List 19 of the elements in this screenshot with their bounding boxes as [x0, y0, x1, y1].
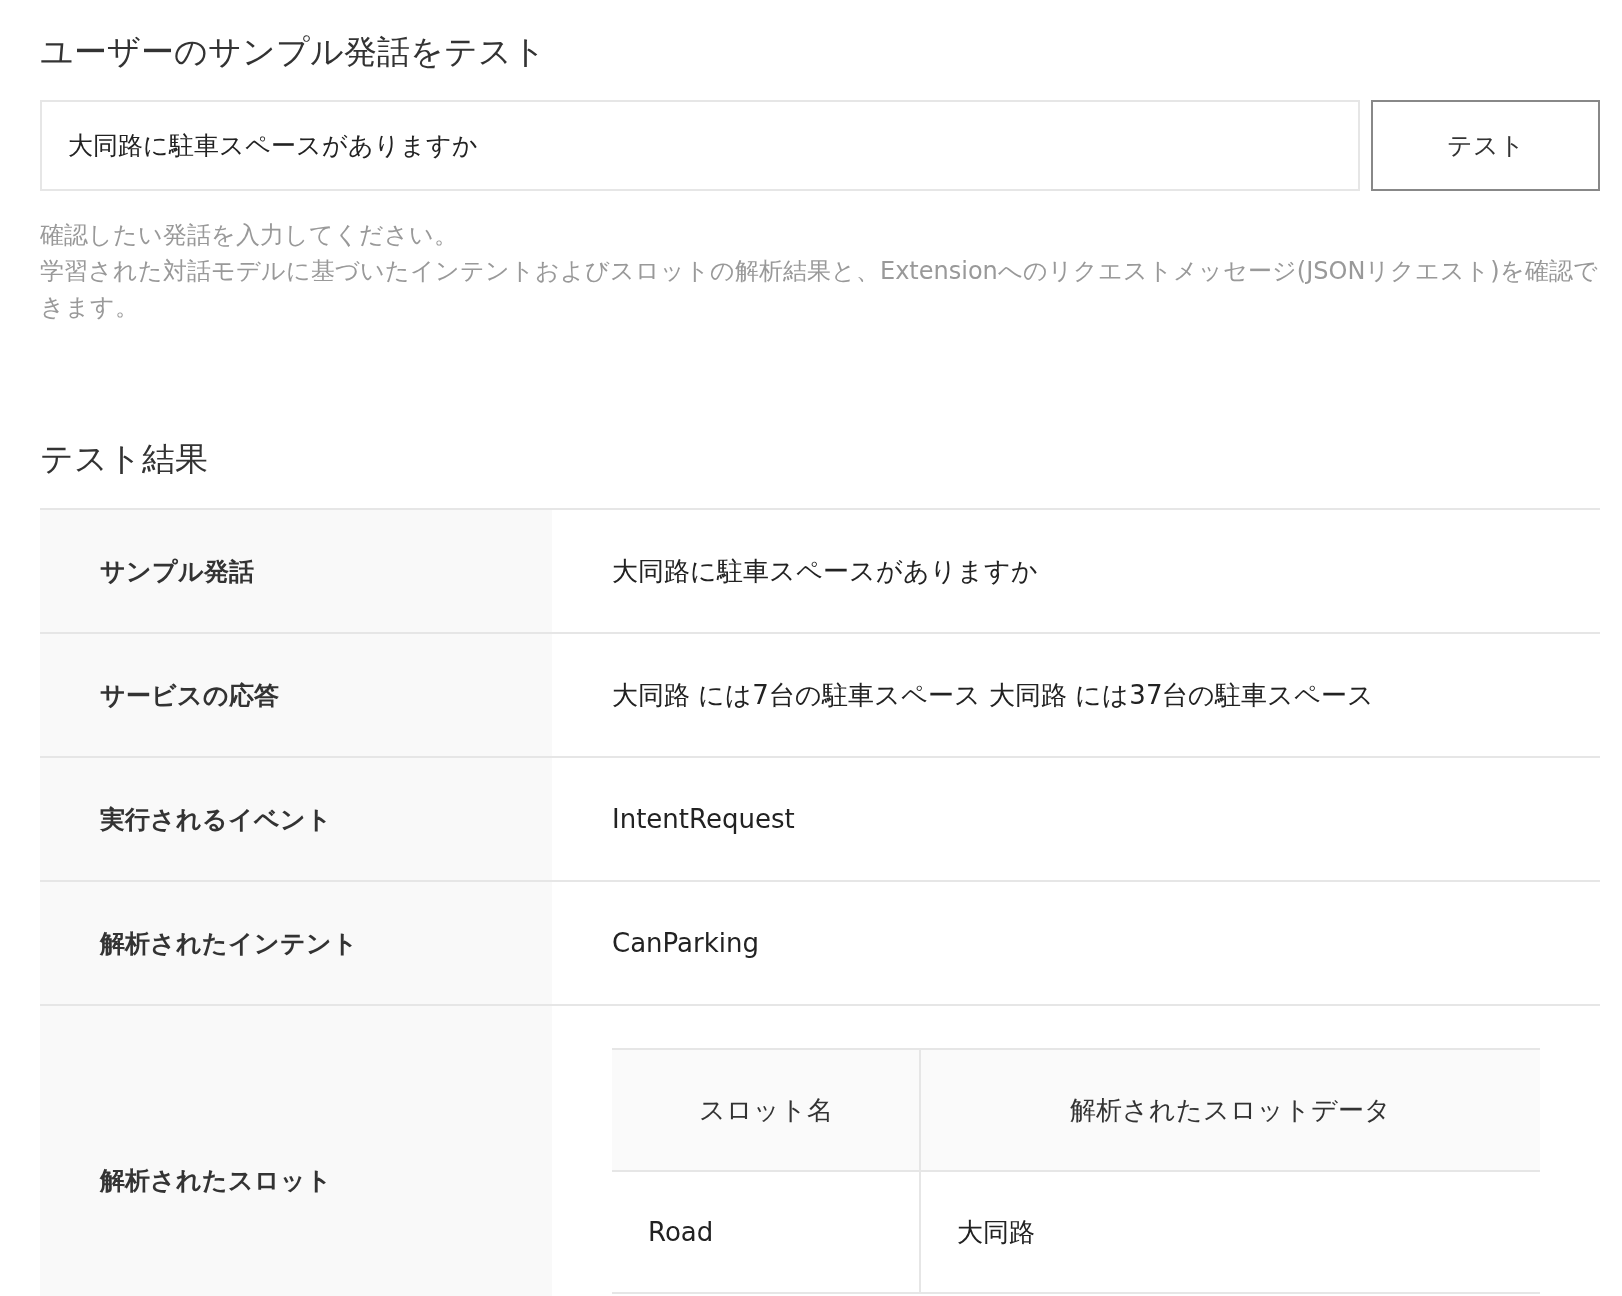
row-label-cell: サンプル発話 — [40, 510, 552, 632]
section-title: ユーザーのサンプル発話をテスト — [40, 31, 547, 73]
row-label-cell: サービスの応答 — [40, 634, 552, 756]
row-value: 大同路に駐車スペースがありますか — [612, 554, 1038, 588]
row-label-cell: 解析されたスロット — [40, 1006, 552, 1296]
row-value: 大同路 には7台の駐車スペース 大同路 には37台の駐車スペース — [612, 678, 1375, 712]
slot-column-header: スロット名 — [612, 1049, 920, 1171]
test-button[interactable]: テスト — [1371, 100, 1600, 191]
slot-table-cell: Road — [612, 1171, 920, 1293]
row-label-cell: 実行されるイベント — [40, 758, 552, 880]
results-title: テスト結果 — [40, 438, 209, 480]
row-value: IntentRequest — [612, 804, 795, 834]
slot-table-cell: 大同路 — [920, 1171, 1540, 1293]
row-value: CanParking — [612, 928, 759, 958]
row-label-cell: 解析されたインテント — [40, 882, 552, 1004]
help-text: 学習された対話モデルに基づいたインテントおよびスロットの解析結果と、Extensionへのリクエストメッセージ(JSONリクエスト)を確認できます。 — [40, 256, 1599, 323]
slot-column-header: 解析されたスロットデータ — [920, 1049, 1540, 1171]
utterance-input-field[interactable]: 大同路に駐車スペースがありますか — [40, 100, 1360, 191]
help-text: 確認したい発話を入力してください。 — [40, 220, 459, 251]
